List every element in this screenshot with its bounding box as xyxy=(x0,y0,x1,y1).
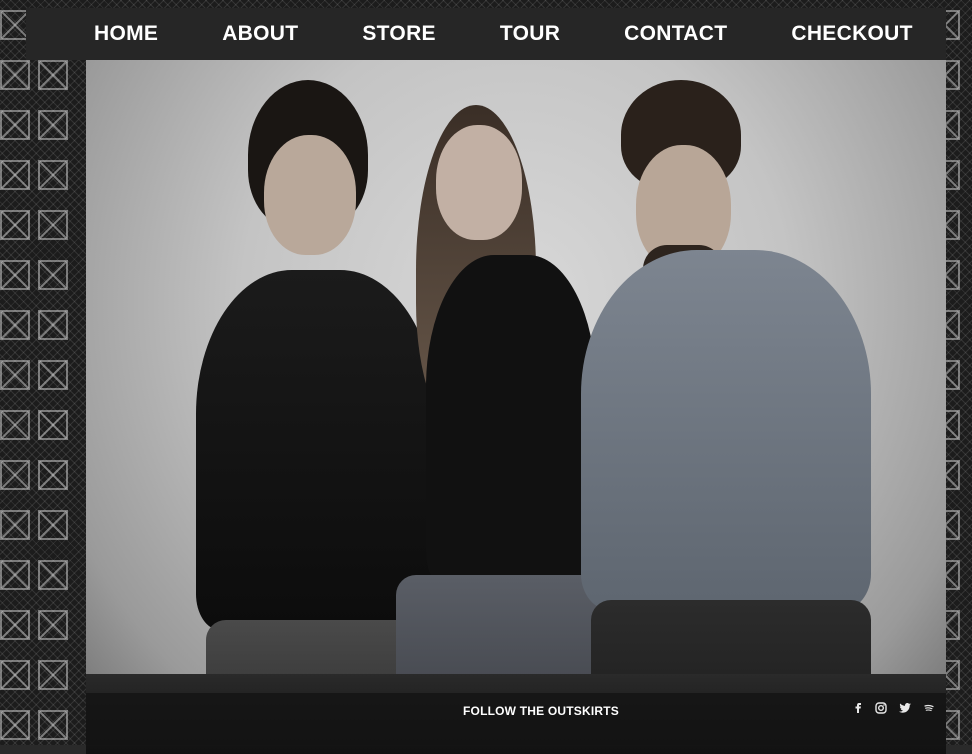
background-motif xyxy=(38,410,68,440)
instagram-icon[interactable] xyxy=(874,701,888,715)
background-motif xyxy=(38,210,68,240)
background-motif xyxy=(38,310,68,340)
background-motif xyxy=(38,660,68,690)
background-motif xyxy=(0,660,30,690)
background-motif xyxy=(0,560,30,590)
background-motif xyxy=(0,610,30,640)
background-motif xyxy=(0,110,30,140)
nav-home-link[interactable]: HOME xyxy=(94,22,158,46)
background-motif xyxy=(0,360,30,390)
background-motif xyxy=(0,260,30,290)
background-motif xyxy=(38,60,68,90)
nav-store-link[interactable]: STORE xyxy=(362,22,435,46)
background-motif xyxy=(0,60,30,90)
nav-checkout-link[interactable]: CHECKOUT xyxy=(791,22,912,46)
spotify-icon[interactable] xyxy=(922,701,936,715)
nav-tour-link[interactable]: TOUR xyxy=(500,22,560,46)
facebook-icon[interactable] xyxy=(853,701,863,715)
background-motif xyxy=(38,510,68,540)
background-motif xyxy=(38,610,68,640)
background-motif xyxy=(38,110,68,140)
background-motif xyxy=(0,310,30,340)
nav-contact-link[interactable]: CONTACT xyxy=(624,22,727,46)
background-motif xyxy=(38,710,68,740)
background-motif xyxy=(0,410,30,440)
band-member-right xyxy=(581,80,881,754)
background-motif xyxy=(38,160,68,190)
twitter-icon[interactable] xyxy=(898,701,912,715)
background-motif xyxy=(38,360,68,390)
follow-label: FOLLOW THE OUTSKIRTS xyxy=(463,704,619,718)
hero-band-photo xyxy=(86,60,946,754)
footer-bar: FOLLOW THE OUTSKIRTS xyxy=(86,693,946,745)
main-nav: HOME ABOUT STORE TOUR CONTACT CHECKOUT xyxy=(26,8,946,60)
background-motif xyxy=(0,210,30,240)
background-motif xyxy=(38,460,68,490)
background-motif xyxy=(38,260,68,290)
nav-about-link[interactable]: ABOUT xyxy=(222,22,298,46)
background-motif xyxy=(0,510,30,540)
background-motif xyxy=(38,560,68,590)
background-motif xyxy=(0,460,30,490)
background-motif xyxy=(0,710,30,740)
background-motif xyxy=(0,160,30,190)
